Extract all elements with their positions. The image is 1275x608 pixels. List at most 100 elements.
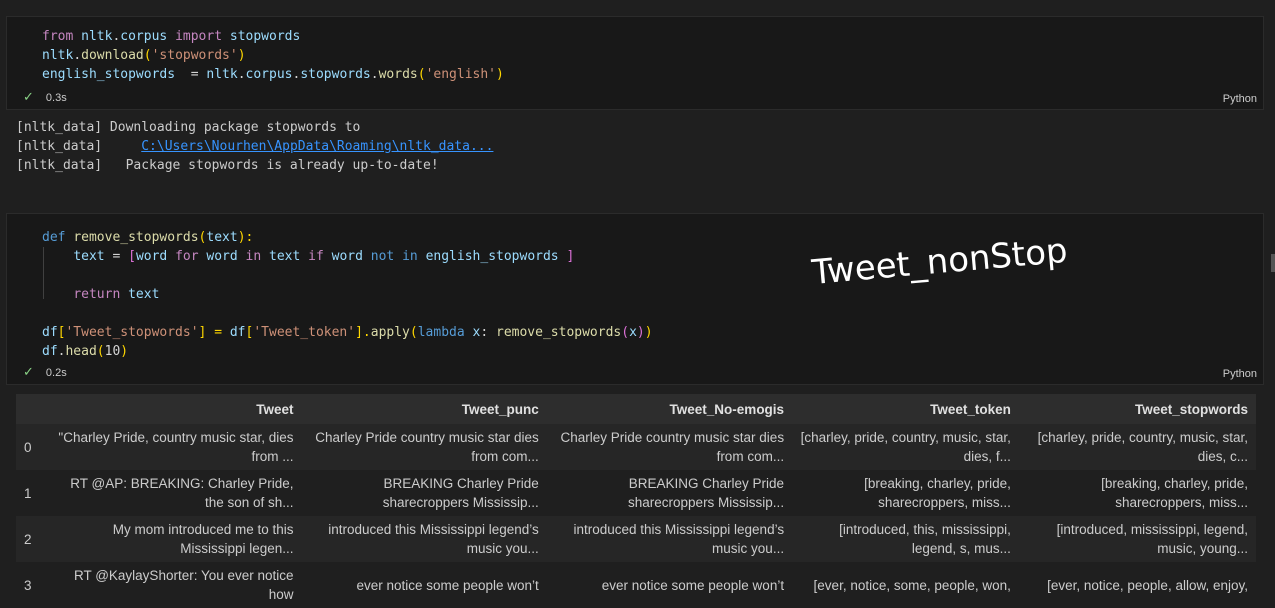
- code-token: words: [378, 67, 418, 82]
- code-token: 'Tweet_stopwords': [65, 325, 199, 340]
- table-cell: RT @KaylayShorter: You ever notice how: [50, 562, 302, 608]
- code-line: [42, 266, 653, 285]
- code-token: remove_stopwords: [496, 325, 622, 340]
- table-row: 0 "Charley Pride, country music star, die…: [16, 424, 1256, 470]
- code-line: nltk.download('stopwords'): [42, 46, 504, 65]
- code-line: english_stopwords = nltk.corpus.stopword…: [42, 65, 504, 84]
- code-token: nltk: [206, 67, 238, 82]
- code-token: ):: [237, 230, 254, 245]
- table-cell: "Charley Pride, country music star, dies…: [50, 424, 302, 470]
- code-token: in: [245, 249, 262, 264]
- code-token: ): [237, 48, 246, 63]
- success-check-icon: ✓: [23, 89, 34, 104]
- code-token: apply: [370, 325, 410, 340]
- code-token: def: [42, 230, 66, 245]
- code-token: ]: [566, 249, 575, 264]
- table-cell: Charley Pride country music star dies fr…: [301, 424, 547, 470]
- table-cell: [charley, pride, country, music, star, d…: [792, 424, 1019, 470]
- code-token: :: [480, 325, 496, 340]
- code-editor-2[interactable]: def remove_stopwords(text): text = [word…: [42, 228, 653, 361]
- code-token: x: [629, 325, 637, 340]
- code-token: stopwords: [300, 67, 371, 82]
- code-line: df.head(10): [42, 342, 653, 361]
- output-line: [nltk_data] Package stopwords is already…: [16, 158, 439, 173]
- code-token: not: [370, 249, 395, 264]
- table-header-row: Tweet Tweet_punc Tweet_No-emogis Tweet_toke…: [16, 394, 1256, 424]
- column-header: Tweet_token: [792, 394, 1019, 424]
- table-cell: [introduced, this, mississippi, legend, …: [792, 516, 1019, 562]
- code-token: stopwords: [229, 29, 301, 44]
- code-token: return: [73, 287, 121, 302]
- code-token: ].: [355, 325, 371, 340]
- code-token: ] =: [198, 325, 230, 340]
- code-token: if: [308, 249, 324, 264]
- execution-time: 0.3s: [45, 92, 67, 104]
- table-cell: BREAKING Charley Pride sharecroppers Mis…: [546, 470, 793, 516]
- code-token: head: [65, 344, 97, 359]
- output-line: [nltk_data] Downloading package stopword…: [16, 120, 361, 135]
- dataframe-output-table: Tweet Tweet_punc Tweet_No-emogis Tweet_toke…: [16, 394, 1256, 608]
- code-token: ): [644, 325, 653, 340]
- cell-language-label[interactable]: Python: [1223, 368, 1257, 380]
- table-cell: [ever, notice, some, people, won,: [792, 562, 1019, 608]
- code-token: (: [96, 344, 105, 359]
- table-cell: BREAKING Charley Pride sharecroppers Mis…: [301, 470, 547, 516]
- code-token: text: [269, 249, 301, 264]
- code-token: =: [104, 249, 129, 264]
- row-index: 2: [16, 516, 50, 562]
- column-header: Tweet_stopwords: [1018, 394, 1256, 424]
- scrollbar-thumb[interactable]: [1271, 254, 1275, 272]
- table-cell: Charley Pride country music star dies fr…: [546, 424, 793, 470]
- code-token: text: [206, 230, 238, 245]
- table-cell: introduced this Mississippi legend’s mus…: [301, 516, 547, 562]
- code-token: text: [128, 287, 160, 302]
- code-cell-2[interactable]: def remove_stopwords(text): text = [word…: [6, 213, 1264, 385]
- code-editor-1[interactable]: from nltk.corpus import stopwords nltk.do…: [42, 27, 504, 84]
- code-token: import: [175, 29, 223, 44]
- column-header: Tweet_No-emogis: [546, 394, 793, 424]
- row-index: 3: [16, 562, 50, 608]
- cell-language-label[interactable]: Python: [1223, 93, 1257, 105]
- code-line: from nltk.corpus import stopwords: [42, 27, 504, 46]
- cell-output-1: [nltk_data] Downloading package stopword…: [16, 118, 493, 175]
- column-header: [16, 394, 50, 424]
- code-token: (: [621, 325, 630, 340]
- code-token: df: [229, 325, 246, 340]
- nltk-data-path-link[interactable]: C:\Users\Nourhen\AppData\Roaming\nltk_da…: [141, 139, 493, 154]
- table-cell: ever notice some people won’t: [301, 562, 547, 608]
- code-token: word: [206, 249, 238, 264]
- code-token: nltk: [81, 29, 113, 44]
- code-token: =: [175, 67, 207, 82]
- table-row: 3 RT @KaylayShorter: You ever notice how e…: [16, 562, 1256, 608]
- code-token: word: [331, 249, 363, 264]
- table-cell: [charley, pride, country, music, star, d…: [1018, 424, 1256, 470]
- success-check-icon: ✓: [23, 364, 34, 379]
- table-cell: [breaking, charley, pride, sharecroppers…: [1018, 470, 1256, 516]
- code-token: .: [370, 67, 379, 82]
- code-token: 'stopwords': [151, 48, 238, 63]
- code-token: (: [417, 67, 426, 82]
- code-token: [: [128, 249, 136, 264]
- code-token: .: [237, 67, 246, 82]
- code-token: text: [73, 249, 105, 264]
- column-header: Tweet_punc: [301, 394, 547, 424]
- code-cell-1[interactable]: from nltk.corpus import stopwords nltk.do…: [6, 16, 1264, 110]
- code-token: corpus: [245, 67, 293, 82]
- row-index: 0: [16, 424, 50, 470]
- table-row: 2 My mom introduced me to this Mississipp…: [16, 516, 1256, 562]
- code-token: word: [135, 249, 168, 264]
- column-header: Tweet: [50, 394, 302, 424]
